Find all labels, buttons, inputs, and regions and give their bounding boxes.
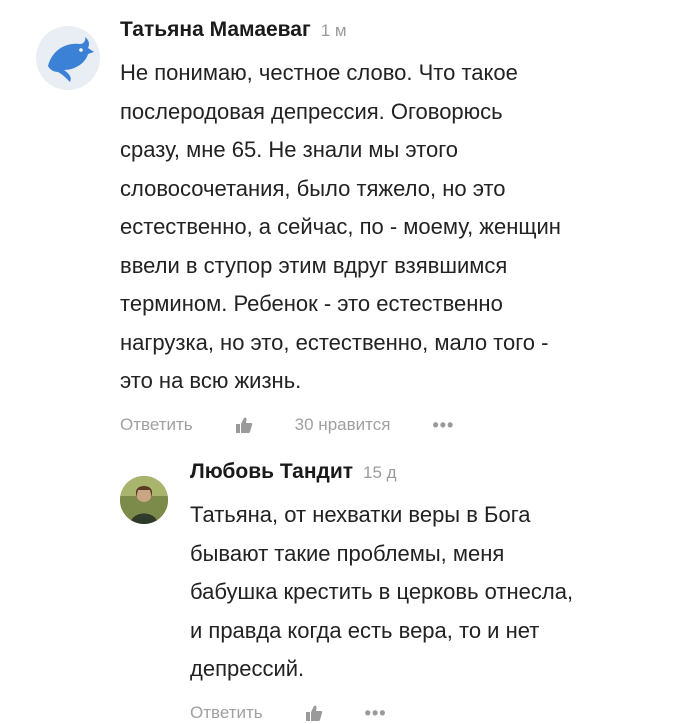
comment-line: это на всю жизнь. xyxy=(120,368,302,393)
comment-line: словосочетания, было тяжело, но это xyxy=(120,175,506,201)
comment-header: Татьяна Мамаеваг 1 м xyxy=(120,18,690,54)
likes-count: 30 нравится xyxy=(294,415,391,434)
comment-line: и правда когда есть вера, то и нет xyxy=(190,617,540,643)
comment-line: Не понимаю, честное слово. Что такое xyxy=(120,60,518,85)
comment-line: Татьяна, от нехватки веры в Бога xyxy=(190,502,531,527)
dolphin-icon[interactable] xyxy=(36,26,100,90)
comment-actions: Ответить ••• xyxy=(190,703,690,724)
more-options-button[interactable]: ••• xyxy=(365,703,387,724)
comment-line: бабушка крестить в церковь отнесла, xyxy=(190,579,574,604)
comment-time: 15 д xyxy=(363,463,397,482)
comment-line: бывают такие проблемы, меня xyxy=(190,540,505,566)
thumbs-up-icon xyxy=(235,417,252,433)
reply-button[interactable]: Ответить xyxy=(120,415,193,435)
comment-line: депрессий. xyxy=(190,656,305,681)
like-button[interactable] xyxy=(305,704,323,722)
comment-text: Татьяна, от нехватки веры в Бога бывают … xyxy=(190,496,690,689)
comment-actions: Ответить 30 нравится ••• xyxy=(120,415,690,436)
thumbs-up-icon xyxy=(305,705,322,721)
comment-text: Не понимаю, честное слово. Что такое пос… xyxy=(120,54,690,401)
comment-line: естественно, а сейчас, по - моему, женщи… xyxy=(120,214,561,239)
comment-line: термином. Ребенок - это естественно xyxy=(120,291,503,316)
reply-button[interactable]: Ответить xyxy=(190,703,263,723)
user-photo-avatar[interactable] xyxy=(120,476,168,524)
comment-header: Любовь Тандит 15 д xyxy=(190,460,690,496)
comment-body: Татьяна Мамаеваг 1 м Не понимаю, честное… xyxy=(120,18,690,436)
comment-line: сразу, мне 65. Не знали мы этого xyxy=(120,137,458,162)
comment-body: Любовь Тандит 15 д Татьяна, от нехватки … xyxy=(190,460,690,724)
like-button[interactable] xyxy=(235,416,253,434)
author-name[interactable]: Любовь Тандит xyxy=(190,460,353,484)
comment-line: ввели в ступор этим вдруг взявшимся xyxy=(120,252,508,278)
author-name[interactable]: Татьяна Мамаеваг xyxy=(120,18,311,42)
more-options-button[interactable]: ••• xyxy=(432,415,454,436)
comment-time: 1 м xyxy=(320,21,347,40)
comment-line: послеродовая депрессия. Оговорюсь xyxy=(120,98,503,124)
comment-line: нагрузка, но это, естественно, мало того… xyxy=(120,329,549,355)
